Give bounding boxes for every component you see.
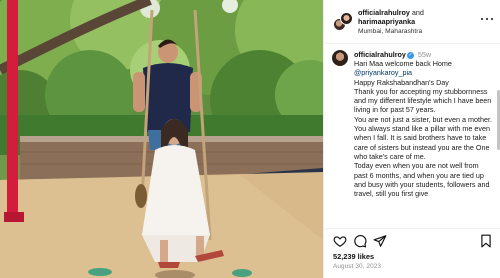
header-and-text: and <box>409 8 424 17</box>
caption-header: officialrahulroy ✓ 55w <box>354 50 431 59</box>
heart-icon <box>333 236 347 247</box>
bookmark-icon <box>481 234 491 248</box>
collab-avatars[interactable] <box>333 12 353 32</box>
caption-line: Happy Rakshabandhan's Day <box>354 77 449 87</box>
dot-icon <box>485 17 489 21</box>
avatar[interactable] <box>340 12 353 25</box>
caption-line: Hari Maa welcome back Home <box>354 59 452 68</box>
share-icon <box>373 235 387 247</box>
caption-line: You are not just a sister, but even a mo… <box>354 114 492 161</box>
verified-badge-icon: ✓ <box>406 51 414 59</box>
caption-line: Today even when you are not well from pa… <box>354 161 490 199</box>
avatar[interactable] <box>332 50 348 66</box>
comment-icon <box>354 235 367 248</box>
post-header: officialrahulroy and harimaapriyanka Mum… <box>324 0 500 44</box>
header-collab-username[interactable]: harimaapriyanka <box>358 17 415 26</box>
like-button[interactable] <box>333 234 347 248</box>
post-date[interactable]: August 30, 2023 <box>333 263 381 270</box>
caption-line: Thank you for accepting my stubbornness … <box>354 86 492 115</box>
dot-icon <box>481 17 484 21</box>
caption-username[interactable]: officialrahulroy <box>354 50 406 59</box>
likes-count[interactable]: 52,239 likes <box>333 252 374 261</box>
swing-scene <box>0 0 323 278</box>
caption: officialrahulroy ✓ 55w Hari Maa welcome b… <box>324 44 500 228</box>
dot-icon <box>490 17 493 21</box>
share-button[interactable] <box>373 234 387 248</box>
save-button[interactable] <box>479 234 493 248</box>
instagram-post: officialrahulroy and harimaapriyanka Mum… <box>0 0 500 278</box>
post-photo[interactable] <box>0 0 323 278</box>
caption-time[interactable]: 55w <box>418 50 431 59</box>
action-bar <box>324 228 500 252</box>
comment-button[interactable] <box>353 234 367 248</box>
header-text: officialrahulroy and harimaapriyanka Mum… <box>358 8 483 36</box>
header-location[interactable]: Mumbai, Maharashtra <box>358 27 483 36</box>
post-detail-panel: officialrahulroy and harimaapriyanka Mum… <box>323 0 500 278</box>
header-username[interactable]: officialrahulroy <box>358 8 410 17</box>
caption-text: Hari Maa welcome back Home @priyankaroy_… <box>354 59 494 198</box>
more-options-button[interactable] <box>481 17 493 21</box>
mention-link[interactable]: @priyankaroy_pia <box>354 68 494 77</box>
